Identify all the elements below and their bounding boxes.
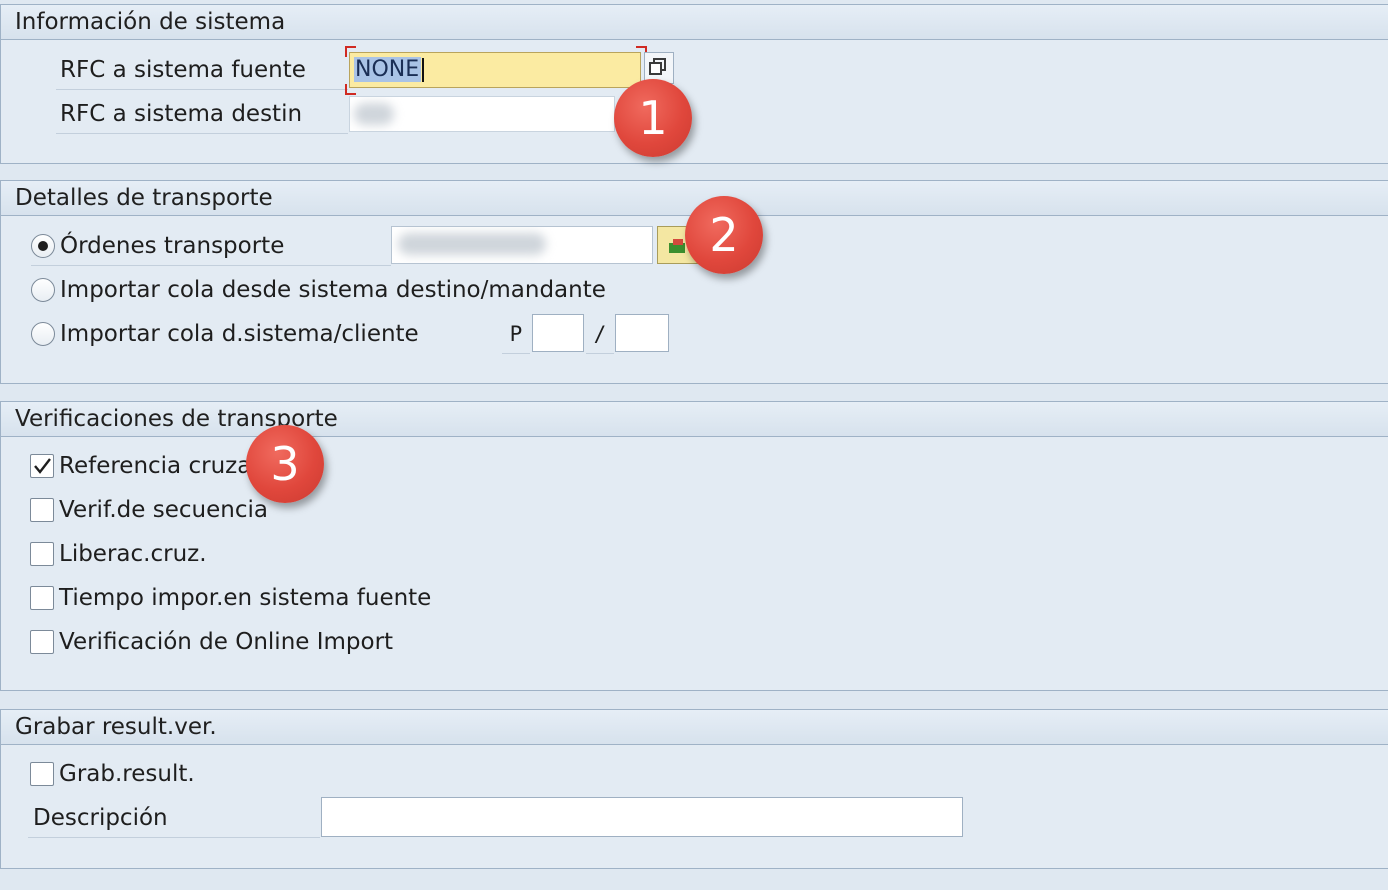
checkbox[interactable] [30, 586, 54, 610]
system-info-header: Información de sistema [1, 5, 1388, 40]
rfc-source-value: NONE [354, 57, 422, 82]
checkbox-checked[interactable] [30, 454, 54, 478]
check-cross-release-label: Liberac.cruz. [59, 541, 207, 567]
radio-button[interactable] [31, 278, 55, 302]
rfc-dest-label: RFC a sistema destin [56, 94, 348, 134]
queue-prefix: P [502, 314, 530, 354]
check-online-import[interactable]: Verificación de Online Import [30, 622, 410, 662]
radio-import-queue-dest[interactable]: Importar cola desde sistema destino/mand… [31, 270, 606, 310]
radio-import-queue-client-label: Importar cola d.sistema/cliente [60, 321, 419, 347]
radio-transport-orders[interactable]: Órdenes transporte [31, 226, 391, 266]
check-import-time-source[interactable]: Tiempo impor.en sistema fuente [30, 578, 432, 618]
check-save-results[interactable]: Grab.result. [30, 754, 230, 794]
annotation-badge-2: 2 [685, 196, 763, 274]
queue-system-input[interactable] [532, 314, 584, 352]
rfc-dest-input[interactable] [349, 96, 615, 132]
annotation-badge-3: 3 [246, 425, 324, 503]
checkmark-icon [34, 458, 51, 474]
focus-corner-tl [345, 46, 356, 57]
radio-transport-orders-label: Órdenes transporte [60, 233, 285, 259]
redacted-value [398, 233, 546, 255]
check-sequence-label: Verif.de secuencia [59, 497, 268, 523]
radio-button-selected[interactable] [31, 234, 55, 258]
save-results-header: Grabar result.ver. [1, 710, 1388, 745]
radio-button[interactable] [31, 322, 55, 346]
check-sequence[interactable]: Verif.de secuencia [30, 490, 290, 530]
checkbox[interactable] [30, 762, 54, 786]
redacted-value [354, 103, 394, 125]
check-save-results-label: Grab.result. [59, 761, 195, 787]
transport-check-screen: Información de sistema RFC a sistema fue… [0, 0, 1388, 890]
rfc-source-input[interactable]: NONE [349, 52, 641, 88]
check-cross-release[interactable]: Liberac.cruz. [30, 534, 230, 574]
text-caret [422, 58, 425, 82]
description-label: Descripción [28, 798, 320, 838]
transport-orders-input[interactable] [391, 226, 653, 264]
checkbox[interactable] [30, 542, 54, 566]
annotation-badge-1: 1 [614, 79, 692, 157]
check-online-import-label: Verificación de Online Import [59, 629, 394, 655]
rfc-source-label: RFC a sistema fuente [56, 50, 348, 90]
queue-client-input[interactable] [615, 314, 669, 352]
checkbox[interactable] [30, 498, 54, 522]
checkbox[interactable] [30, 630, 54, 654]
transport-checks-header: Verificaciones de transporte [1, 402, 1388, 437]
radio-dot [38, 241, 48, 251]
check-import-time-source-label: Tiempo impor.en sistema fuente [59, 585, 432, 611]
radio-import-queue-dest-label: Importar cola desde sistema destino/mand… [60, 277, 606, 303]
radio-import-queue-client[interactable]: Importar cola d.sistema/cliente [31, 314, 471, 354]
queue-separator: / [586, 314, 614, 354]
description-input[interactable] [321, 797, 963, 837]
